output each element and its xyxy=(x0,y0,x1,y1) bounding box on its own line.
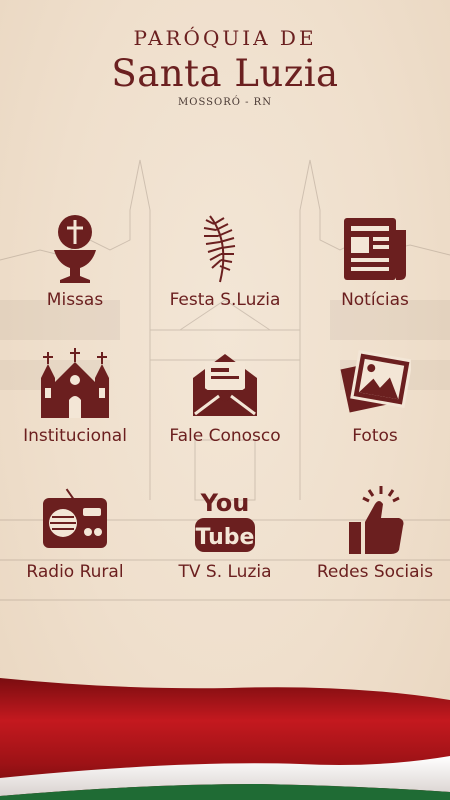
header-subtitle: MOSSORÓ - RN xyxy=(178,97,272,108)
menu-item-institucional[interactable]: Institucional xyxy=(0,348,150,446)
menu-item-label: Institucional xyxy=(23,426,127,446)
church-icon xyxy=(41,348,109,418)
parish-header: PARÓQUIA DE Santa Luzia MOSSORÓ - RN xyxy=(0,26,450,110)
menu-item-fotos[interactable]: Fotos xyxy=(300,348,450,446)
flag-banner-decoration xyxy=(0,678,450,800)
menu-item-festa-s-luzia[interactable]: Festa S.Luzia xyxy=(150,212,300,310)
menu-item-fale-conosco[interactable]: Fale Conosco xyxy=(150,348,300,446)
menu-item-label: Missas xyxy=(46,290,104,310)
svg-text:Tube: Tube xyxy=(196,525,255,550)
menu-item-noticias[interactable]: Notícias xyxy=(300,212,450,310)
chalice-icon xyxy=(54,215,96,283)
menu-item-label: TV S. Luzia xyxy=(178,562,272,582)
menu-item-tv-s-luzia[interactable]: You Tube TV S. Luzia xyxy=(150,484,300,582)
app-screen: PARÓQUIA DE Santa Luzia MOSSORÓ - RN Mis… xyxy=(0,0,450,800)
menu-item-redes-sociais[interactable]: Redes Sociais xyxy=(300,484,450,582)
menu-item-label: Fotos xyxy=(352,426,398,446)
svg-text:You: You xyxy=(200,489,250,517)
radio-icon xyxy=(43,488,107,548)
menu-item-label: Radio Rural xyxy=(26,562,124,582)
header-title: Santa Luzia xyxy=(111,52,339,95)
menu-item-label: Redes Sociais xyxy=(316,562,434,582)
menu-item-radio-rural[interactable]: Radio Rural xyxy=(0,484,150,582)
newspaper-icon xyxy=(344,218,406,280)
menu-item-missas[interactable]: Missas xyxy=(0,212,150,310)
menu-item-label: Festa S.Luzia xyxy=(169,290,281,310)
header-line-1: PARÓQUIA DE xyxy=(133,26,317,50)
photos-icon xyxy=(340,350,411,413)
thumbs-up-icon xyxy=(349,486,404,554)
menu-item-label: Fale Conosco xyxy=(169,426,281,446)
menu-item-label: Notícias xyxy=(341,290,409,310)
palm-leaf-icon xyxy=(203,215,236,283)
envelope-icon xyxy=(193,354,257,416)
youtube-icon: You Tube xyxy=(195,489,255,552)
